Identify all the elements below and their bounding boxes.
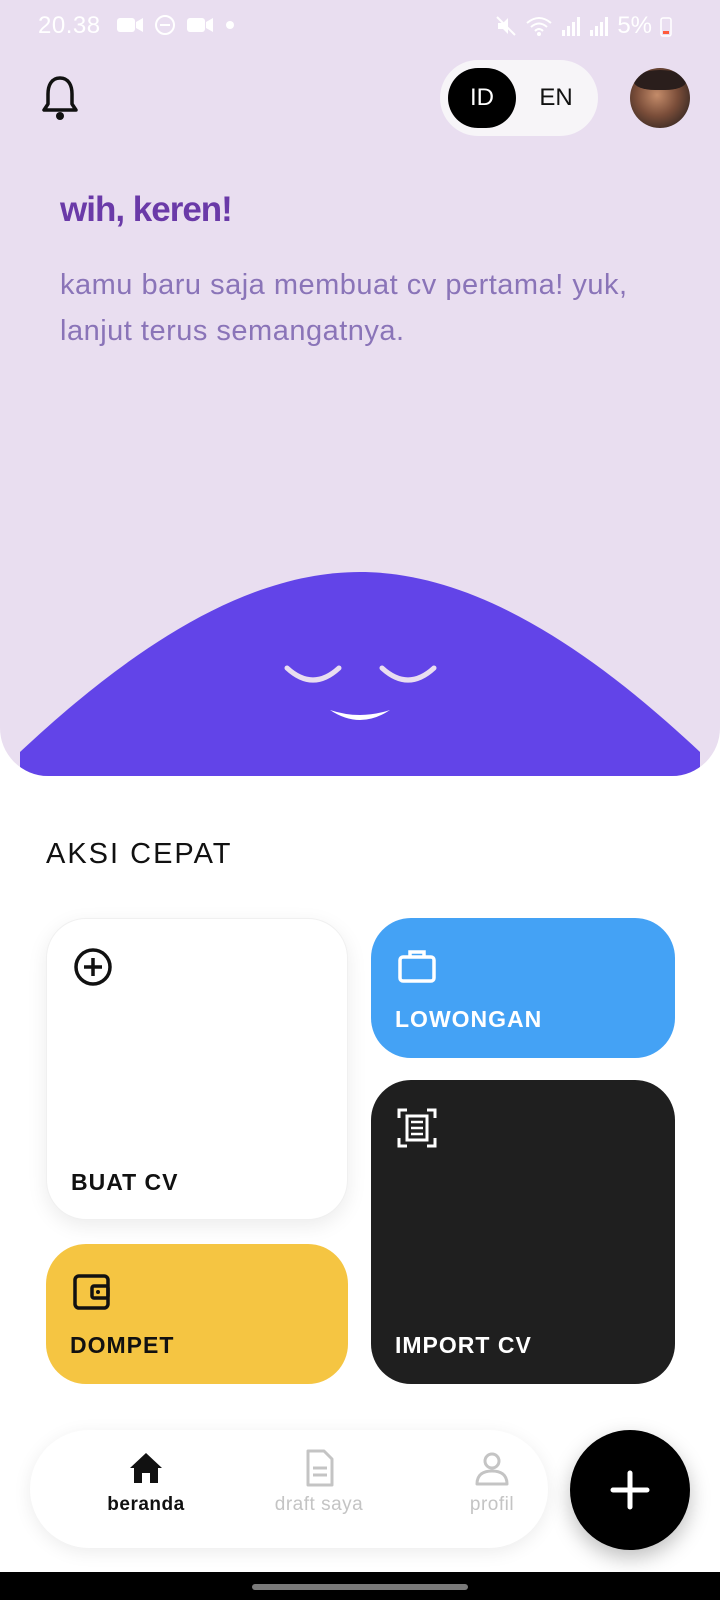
avatar[interactable] [630,68,690,128]
bottom-navigation: beranda draft saya profil [30,1430,548,1548]
greeting-title: wih, keren! [60,190,233,229]
import-cv-label: IMPORT CV [395,1332,532,1358]
wallet-card[interactable]: DOMPET [46,1244,348,1384]
status-time: 20.38 [38,12,101,39]
wifi-icon [526,17,552,36]
briefcase-icon [398,950,436,983]
notification-button[interactable] [40,74,80,122]
wallet-label: DOMPET [70,1332,175,1358]
gesture-bar [0,1572,720,1600]
mute-icon [496,16,517,36]
signal-icon [562,17,581,36]
wallet-icon [73,1274,110,1310]
person-icon [475,1452,509,1486]
status-left-icons [116,14,236,36]
nav-item-home[interactable]: beranda [76,1448,216,1534]
import-cv-card[interactable]: IMPORT CV [371,1080,675,1384]
home-icon [130,1453,162,1483]
document-icon [306,1449,334,1487]
hero-section: 20.38 5% ID EN wih, keren! kamu baru saj… [0,0,720,776]
battery-icon [660,17,672,37]
nav-item-drafts-label: draft saya [274,1494,364,1515]
dot-icon [226,21,234,29]
jobs-label: LOWONGAN [395,1006,543,1032]
document-scan-icon [397,1108,437,1148]
nav-item-profile[interactable]: profil [422,1448,562,1534]
plus-icon [610,1470,650,1510]
create-cv-card[interactable]: BUAT CV [46,918,348,1220]
language-option-en[interactable]: EN [522,68,590,128]
jobs-card[interactable]: LOWONGAN [371,918,675,1058]
bell-icon [42,76,78,120]
home-indicator[interactable] [252,1584,468,1590]
status-right-icons: 5% [495,12,672,40]
video-icon [117,18,143,32]
greeting-subtitle: kamu baru saja membuat cv pertama! yuk, … [60,269,628,347]
add-fab-button[interactable] [570,1430,690,1550]
dnd-icon [155,15,175,35]
battery-percent: 5% [617,12,652,39]
add-circle-icon [74,948,112,986]
quick-actions-title: AKSI CEPAT [46,838,233,870]
language-option-id[interactable]: ID [448,68,516,128]
language-toggle[interactable]: ID EN [440,60,598,136]
status-bar: 20.38 5% [0,0,720,52]
signal-icon [590,17,609,36]
mascot-illustration [20,572,700,776]
create-cv-label: BUAT CV [71,1169,179,1195]
nav-item-home-label: beranda [107,1494,185,1515]
nav-item-profile-label: profil [469,1494,515,1515]
nav-item-drafts[interactable]: draft saya [249,1448,389,1534]
video-icon [187,18,213,32]
